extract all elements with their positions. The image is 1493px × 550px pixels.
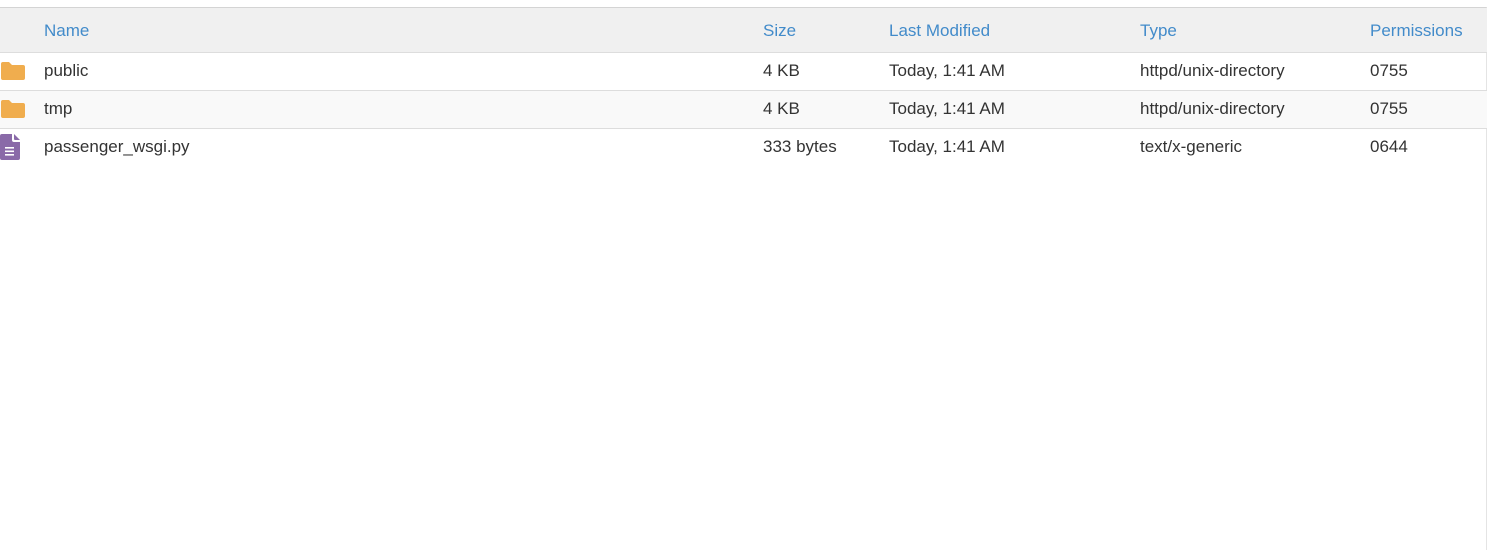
table-row[interactable]: passenger_wsgi.py 333 bytes Today, 1:41 … (0, 128, 1487, 166)
column-header-type[interactable]: Type (1140, 8, 1367, 52)
file-permissions: 0755 (1370, 99, 1408, 118)
file-list-panel: Name Size Last Modified Type Permissions… (0, 7, 1487, 550)
file-text-icon (0, 134, 20, 161)
column-header-name[interactable]: Name (44, 8, 763, 52)
column-header-size[interactable]: Size (763, 8, 889, 52)
table-body: public 4 KB Today, 1:41 AM httpd/unix-di… (0, 52, 1487, 166)
column-icon-header (0, 8, 44, 52)
file-last-modified: Today, 1:41 AM (889, 137, 1005, 157)
file-name[interactable]: tmp (44, 90, 763, 128)
file-name[interactable]: public (44, 52, 763, 90)
file-last-modified: Today, 1:41 AM (889, 99, 1005, 118)
column-header-last-modified[interactable]: Last Modified (889, 8, 1140, 52)
folder-icon (0, 99, 26, 119)
table-row[interactable]: tmp 4 KB Today, 1:41 AM httpd/unix-direc… (0, 90, 1487, 128)
file-size: 4 KB (763, 99, 800, 118)
file-type: httpd/unix-directory (1140, 99, 1285, 118)
file-type: httpd/unix-directory (1140, 61, 1285, 80)
file-name[interactable]: passenger_wsgi.py (44, 128, 763, 166)
row-icon-cell (0, 52, 44, 90)
file-last-modified: Today, 1:41 AM (889, 61, 1005, 80)
table-row[interactable]: public 4 KB Today, 1:41 AM httpd/unix-di… (0, 52, 1487, 90)
folder-icon (0, 61, 26, 81)
file-type: text/x-generic (1140, 137, 1243, 157)
file-size: 333 bytes (763, 137, 837, 157)
file-size: 4 KB (763, 61, 800, 80)
column-header-permissions[interactable]: Permissions (1367, 8, 1487, 52)
table-header: Name Size Last Modified Type Permissions (0, 8, 1487, 52)
row-icon-cell (0, 90, 44, 128)
file-permissions: 0644 (1370, 137, 1408, 157)
table-header-row: Name Size Last Modified Type Permissions (0, 8, 1487, 52)
file-permissions: 0755 (1370, 61, 1408, 80)
file-table: Name Size Last Modified Type Permissions… (0, 8, 1487, 166)
row-icon-cell (0, 128, 44, 166)
